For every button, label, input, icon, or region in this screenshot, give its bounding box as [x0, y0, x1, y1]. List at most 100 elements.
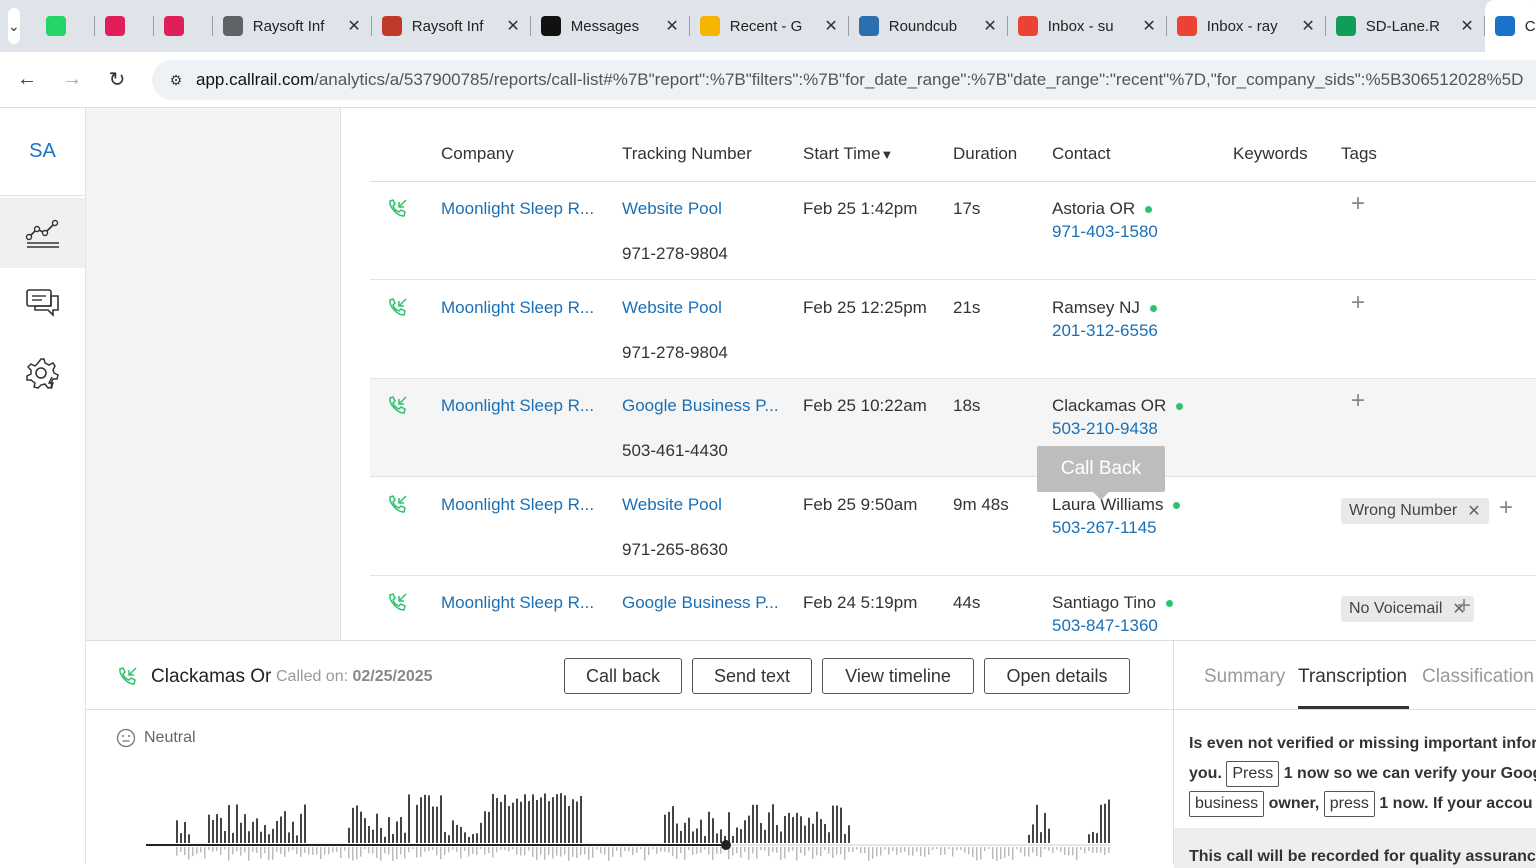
playhead-handle[interactable]: [721, 840, 731, 850]
start-time: Feb 24 5:19pm: [803, 593, 918, 612]
table-row[interactable]: Moonlight Sleep R... Website Pool 971-278-…: [370, 281, 1536, 379]
close-tab-icon[interactable]: ✕: [824, 16, 837, 36]
close-tab-icon[interactable]: ✕: [1142, 16, 1155, 36]
col-duration[interactable]: Duration: [953, 144, 1017, 164]
browser-tab[interactable]: Roundcub ✕: [849, 0, 1007, 52]
browser-tab[interactable]: Raysoft Inf ✕: [213, 0, 371, 52]
start-time: Feb 25 1:42pm: [803, 199, 918, 218]
contact-name[interactable]: Clackamas OR: [1052, 396, 1166, 415]
chat-icon[interactable]: [0, 268, 85, 338]
add-tag-icon[interactable]: +: [1457, 592, 1471, 620]
contact-name[interactable]: Astoria OR: [1052, 199, 1135, 218]
url-field[interactable]: ⚙ app.callrail.com/analytics/a/537900785…: [152, 60, 1536, 100]
table-row[interactable]: Moonlight Sleep R... Website Pool 971-265-…: [370, 478, 1536, 576]
call-back-button[interactable]: Call back: [564, 658, 682, 694]
browser-tab[interactable]: [95, 0, 153, 52]
col-contact[interactable]: Contact: [1052, 144, 1111, 164]
close-tab-icon[interactable]: ✕: [983, 16, 996, 36]
send-text-button[interactable]: Send text: [692, 658, 812, 694]
keyword-highlight[interactable]: business: [1189, 791, 1265, 817]
caller-name: Clackamas Or: [151, 666, 272, 687]
contact-phone[interactable]: 971-403-1580: [1052, 222, 1158, 242]
close-tab-icon[interactable]: ✕: [1301, 16, 1314, 36]
browser-tab-label: Roundcub: [888, 17, 958, 35]
contact-cell: Astoria OR: [1052, 199, 1153, 219]
keyword-highlight[interactable]: press: [1323, 791, 1375, 817]
tag-label: Wrong Number: [1349, 501, 1458, 519]
call-panel-header: Clackamas Or Called on: 02/25/2025 Call …: [86, 641, 1173, 710]
tab-classification[interactable]: Classification: [1422, 666, 1534, 688]
table-row[interactable]: Moonlight Sleep R... Google Business P...…: [370, 576, 1536, 640]
raysoft-icon: [381, 16, 402, 36]
browser-tab[interactable]: [36, 0, 94, 52]
company-link[interactable]: Moonlight Sleep R...: [441, 199, 594, 219]
company-link[interactable]: Moonlight Sleep R...: [441, 298, 594, 318]
table-row[interactable]: Moonlight Sleep R... Google Business P...…: [370, 379, 1536, 477]
company-link[interactable]: Moonlight Sleep R...: [441, 593, 594, 613]
col-company[interactable]: Company: [441, 144, 514, 164]
tab-summary[interactable]: Summary: [1204, 666, 1285, 688]
tag-chip: Wrong Number ✕: [1341, 497, 1489, 524]
remove-tag-icon[interactable]: ✕: [1467, 501, 1480, 521]
contact-phone[interactable]: 503-267-1145: [1052, 518, 1157, 538]
contact-phone[interactable]: 503-847-1360: [1052, 616, 1158, 636]
browser-tab-label: Raysoft Inf: [252, 17, 325, 35]
add-tag-icon[interactable]: +: [1351, 190, 1365, 218]
close-tab-icon[interactable]: ✕: [506, 16, 519, 36]
tab-search-button[interactable]: ⌄: [8, 8, 20, 44]
source-link[interactable]: Website Pool: [622, 495, 722, 515]
browser-tab[interactable]: Messages ✕: [531, 0, 689, 52]
browser-tab-label: C: [1524, 17, 1535, 35]
status-dot-icon: [1165, 600, 1173, 608]
contact-phone[interactable]: 201-312-6556: [1052, 321, 1158, 341]
slack-icon: [104, 16, 125, 36]
settings-gear-icon[interactable]: [0, 338, 85, 408]
source-link[interactable]: Google Business P...: [622, 593, 779, 613]
contact-name[interactable]: Santiago Tino: [1052, 593, 1156, 612]
browser-tab[interactable]: Inbox - ray ✕: [1167, 0, 1325, 52]
browser-tab[interactable]: [154, 0, 212, 52]
company-link[interactable]: Moonlight Sleep R...: [441, 495, 594, 515]
tracking-number: 971-278-9804: [622, 342, 728, 362]
source-link[interactable]: Website Pool: [622, 298, 722, 318]
source-link[interactable]: Google Business P...: [622, 396, 779, 416]
analytics-icon[interactable]: [0, 198, 85, 268]
site-settings-icon[interactable]: ⚙: [164, 68, 188, 92]
open-details-button[interactable]: Open details: [984, 658, 1130, 694]
contact-cell: Santiago Tino: [1052, 593, 1173, 613]
col-tags[interactable]: Tags: [1341, 144, 1377, 164]
view-timeline-button[interactable]: View timeline: [822, 658, 974, 694]
tab-transcription[interactable]: Transcription: [1298, 666, 1407, 688]
col-keywords[interactable]: Keywords: [1233, 144, 1308, 164]
transcript-line: Is even not verified or missing importan…: [1189, 735, 1536, 752]
col-tracking-number[interactable]: Tracking Number: [622, 144, 752, 164]
contact-phone[interactable]: 503-210-9438: [1052, 419, 1158, 439]
browser-tab[interactable]: Inbox - su ✕: [1008, 0, 1166, 52]
reload-button[interactable]: ↻: [99, 62, 135, 98]
browser-tab[interactable]: SD-Lane.R ✕: [1326, 0, 1484, 52]
close-tab-icon[interactable]: ✕: [1460, 16, 1473, 36]
close-tab-icon[interactable]: ✕: [347, 16, 360, 36]
browser-tab[interactable]: C: [1484, 0, 1536, 52]
table-row[interactable]: Moonlight Sleep R... Website Pool 971-278-…: [370, 182, 1536, 280]
called-on-label: Called on:: [276, 668, 349, 685]
company-link[interactable]: Moonlight Sleep R...: [441, 396, 594, 416]
avatar[interactable]: SA: [0, 108, 85, 196]
contact-name[interactable]: Ramsey NJ: [1052, 298, 1140, 317]
col-start-time[interactable]: Start Time▼: [803, 144, 893, 164]
add-tag-icon[interactable]: +: [1351, 289, 1365, 317]
audio-waveform[interactable]: [146, 781, 1116, 865]
close-tab-icon[interactable]: ✕: [665, 16, 678, 36]
browser-tab[interactable]: Recent - G ✕: [690, 0, 848, 52]
add-tag-icon[interactable]: +: [1351, 387, 1365, 415]
transcript-fragment: 1 now so we can verify your Google: [1283, 765, 1536, 782]
source-link[interactable]: Website Pool: [622, 199, 722, 219]
back-button[interactable]: ←: [9, 62, 45, 98]
status-dot-icon: [1173, 501, 1181, 509]
add-tag-icon[interactable]: +: [1499, 494, 1513, 522]
start-time: Feb 25 12:25pm: [803, 297, 927, 317]
duration: 21s: [953, 297, 981, 317]
keyword-highlight[interactable]: Press: [1226, 761, 1280, 787]
forward-button[interactable]: →: [54, 62, 90, 98]
browser-tab[interactable]: Raysoft Inf ✕: [372, 0, 530, 52]
